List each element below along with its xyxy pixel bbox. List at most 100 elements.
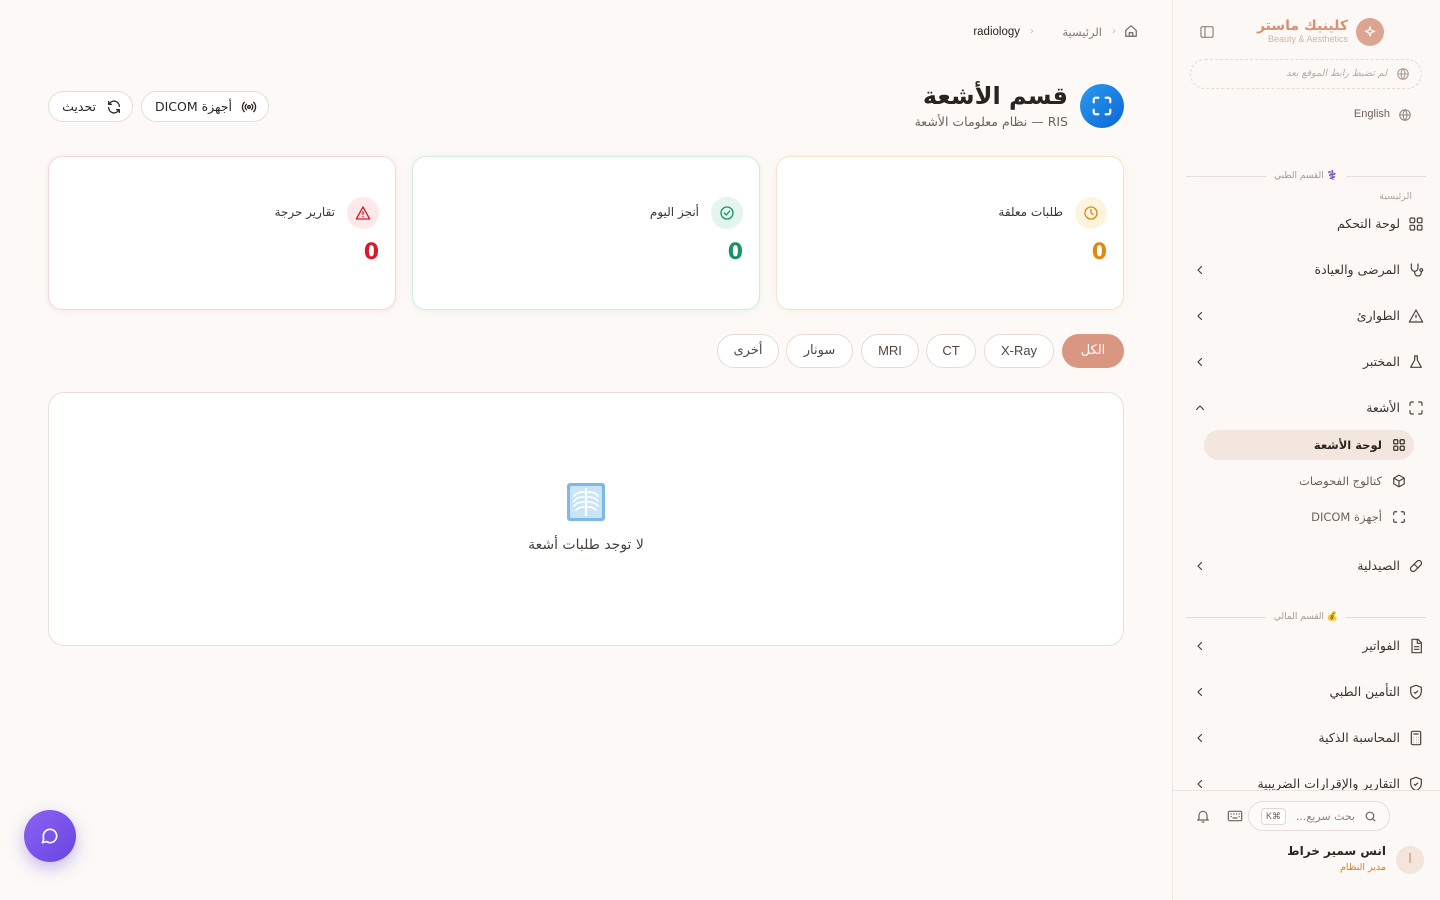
sidebar: كلينيك ماستر Beauty & Aesthetics لم تضبط… [1172,0,1440,900]
sidebar-item-label: المختبر [1362,354,1400,369]
chevron-left-icon [1194,778,1206,790]
stat-value: 0 [363,240,379,265]
financial-section-divider: 💰 القسم المالي [1186,610,1426,624]
brand-tagline: Beauty & Aesthetics [1267,34,1348,44]
scan-icon [1392,510,1406,524]
clock-icon [1075,197,1107,229]
breadcrumb-separator: ‹ [1112,26,1116,37]
brand-name: كلينيك ماستر [1256,18,1348,34]
dicom-button-label: أجهزة DICOM [154,99,232,114]
sidebar-subitem-label: أجهزة DICOM [1311,510,1382,524]
warning-icon [1408,308,1424,324]
xray-chest-icon [565,481,607,523]
filter-chip-mri[interactable]: MRI [861,334,919,368]
sidebar-item-label: المحاسبة الذكية [1318,730,1400,745]
stat-label: تقارير حرجة [274,205,335,219]
filter-chip-xray[interactable]: X-Ray [984,334,1054,368]
medical-section-label: ⚕️ القسم الطبي [1266,169,1346,183]
filter-chip-other[interactable]: أخرى [717,334,779,368]
sidebar-item-label: التأمين الطبي [1329,684,1400,699]
refresh-button[interactable]: تحديث [48,91,133,122]
breadcrumb-separator: ‹ [1030,26,1034,37]
page-title: قسم الأشعة [922,82,1068,110]
keyboard-icon[interactable] [1227,808,1243,824]
filter-chip-all[interactable]: الكل [1062,334,1124,368]
alert-triangle-icon [347,197,379,229]
stat-value: 0 [727,240,743,265]
flask-icon [1408,354,1424,370]
radiology-scan-icon [1080,84,1124,128]
sidebar-item-accounting[interactable]: المحاسبة الذكية [1188,724,1424,752]
chat-bubble-icon [40,826,60,846]
sidebar-item-label: لوحة التحكم [1336,216,1400,231]
sidebar-toggle-icon[interactable] [1199,24,1215,40]
chevron-left-icon [1194,264,1206,276]
sparkle-icon [1356,18,1384,46]
breadcrumb-current: radiology [973,26,1020,38]
user-role: مدير النظام [1340,862,1386,873]
user-name: انس سمير خراط [1287,844,1386,858]
language-label: English [1353,108,1390,120]
refresh-button-label: تحديث [62,99,96,114]
chevron-left-icon [1194,686,1206,698]
sidebar-item-dashboard[interactable]: لوحة التحكم [1188,210,1424,238]
sidebar-item-label: الطوارئ [1356,308,1400,323]
sidebar-item-emergency[interactable]: الطوارئ [1188,302,1424,330]
filter-chip-ct[interactable]: CT [926,334,976,368]
sidebar-item-label: الفواتير [1362,638,1400,653]
invoice-icon [1408,638,1424,654]
stat-card-critical: تقارير حرجة 0 [48,156,396,310]
search-placeholder: بحث سريع... [1295,810,1355,823]
radiology-requests-panel: لا توجد طلبات أشعة [48,392,1124,646]
pill-icon [1408,558,1424,574]
refresh-icon [106,99,122,115]
avatar[interactable]: ا [1396,846,1424,874]
sidebar-footer: بحث سريع... ⌘K ا انس سمير خراط مدير النظ… [1173,790,1440,900]
dicom-devices-button[interactable]: أجهزة DICOM [141,91,269,122]
sidebar-item-invoices[interactable]: الفواتير [1188,632,1424,660]
site-url-field[interactable]: لم تضبط رابط الموقع بعد [1190,59,1422,89]
chevron-left-icon [1194,356,1206,368]
globe-icon [1398,108,1412,122]
empty-state-message: لا توجد طلبات أشعة [528,537,644,553]
sidebar-item-label: الصيدلية [1357,558,1400,573]
page-subtitle: RIS — نظام معلومات الأشعة [914,114,1068,129]
sidebar-item-pharmacy[interactable]: الصيدلية [1188,552,1424,580]
chevron-left-icon [1194,732,1206,744]
chevron-left-icon [1194,310,1206,322]
search-icon [1364,810,1377,823]
stat-label: أنجز اليوم [649,205,699,219]
medical-section-divider: ⚕️ القسم الطبي [1186,169,1426,183]
stat-value: 0 [1091,240,1107,265]
sidebar-subitem-dicom-devices[interactable]: أجهزة DICOM [1204,502,1414,532]
stethoscope-icon [1408,262,1424,278]
stat-card-done-today: أنجز اليوم 0 [412,156,760,310]
stat-card-pending: طلبات معلقة 0 [776,156,1124,310]
box-icon [1392,474,1406,488]
scan-icon [1408,400,1424,416]
breadcrumb-home-link[interactable]: الرئيسية [1062,24,1102,40]
sidebar-subitem-label: كتالوج الفحوصات [1299,474,1382,488]
broadcast-icon [241,99,257,115]
quick-search-input[interactable]: بحث سريع... ⌘K [1248,801,1390,831]
sidebar-item-radiology[interactable]: الأشعة [1188,394,1424,422]
check-circle-icon [711,197,743,229]
sidebar-item-lab[interactable]: المختبر [1188,348,1424,376]
filter-chip-sonar[interactable]: سونار [786,334,853,368]
bell-icon[interactable] [1195,808,1211,824]
sidebar-item-patients[interactable]: المرضى والعيادة [1188,256,1424,284]
chevron-left-icon [1194,640,1206,652]
sidebar-item-label: الأشعة [1366,400,1400,415]
sidebar-subitem-radiology-dashboard[interactable]: لوحة الأشعة [1204,430,1414,460]
chevron-up-icon [1194,402,1206,414]
dashboard-icon [1392,438,1406,452]
sidebar-subitem-label: لوحة الأشعة [1313,438,1382,452]
dashboard-icon [1408,216,1424,232]
shield-icon [1408,684,1424,700]
sidebar-item-label: المرضى والعيادة [1314,262,1400,277]
sidebar-subitem-exam-catalog[interactable]: كتالوج الفحوصات [1204,466,1414,496]
financial-section-label: 💰 القسم المالي [1265,610,1347,624]
chat-fab-button[interactable] [24,810,76,862]
home-icon[interactable] [1124,24,1138,38]
sidebar-item-insurance[interactable]: التأمين الطبي [1188,678,1424,706]
